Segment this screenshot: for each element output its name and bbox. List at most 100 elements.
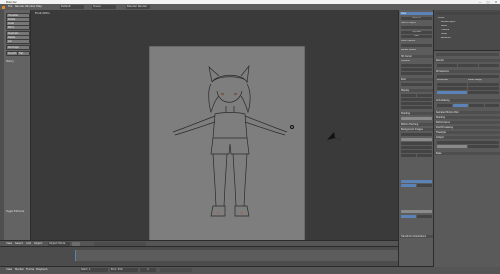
lens-field[interactable]: Lens: 35	[401, 17, 432, 21]
3d-viewport[interactable]: Front Ortho	[31, 10, 398, 246]
render-panel[interactable]: Render	[435, 59, 500, 63]
outliner-item-camera[interactable]: Camera	[441, 29, 498, 32]
item-panel[interactable]: Item	[400, 78, 433, 82]
operator-panel-title: Toggle Editmode	[6, 210, 25, 213]
menu-file[interactable]: File	[8, 5, 12, 9]
freestyle-panel[interactable]: Freestyle	[435, 131, 500, 135]
timeline-menu-playback[interactable]: Playback	[36, 268, 48, 272]
scene-selector[interactable]: Scene	[92, 5, 116, 9]
performance-panel[interactable]: Performance	[435, 121, 500, 125]
x-offset-field[interactable]	[401, 154, 416, 158]
transform-orientations-panel[interactable]: Transform Orientations	[400, 235, 433, 239]
opacity-field[interactable]	[401, 146, 432, 150]
join-button[interactable]: Join	[6, 39, 30, 45]
front-view-button[interactable]	[401, 180, 432, 184]
animation-button[interactable]	[458, 64, 478, 68]
shading-panel[interactable]: Shading	[400, 112, 433, 116]
frame-step-field[interactable]	[468, 91, 499, 95]
aa-11-button[interactable]	[469, 104, 484, 108]
grid-floor-field[interactable]	[401, 98, 432, 102]
current-frame-line[interactable]	[75, 250, 76, 261]
outliner-item-renderlayers[interactable]: RenderLayers	[441, 21, 498, 24]
add-image-button[interactable]	[401, 133, 432, 137]
render-border-checkbox[interactable]: Render Border	[401, 49, 432, 52]
display-toggle-2[interactable]	[417, 94, 432, 98]
menu-window[interactable]: Window	[25, 5, 35, 9]
back-toggle[interactable]	[417, 184, 432, 188]
image-source-field[interactable]	[401, 142, 432, 146]
size-field[interactable]	[401, 150, 432, 154]
display-panel[interactable]: Display	[400, 89, 433, 93]
shading-prop-panel[interactable]: Shading	[435, 116, 500, 120]
timeline-menu-marker[interactable]: Marker	[15, 268, 24, 272]
properties-tabs[interactable]	[436, 53, 499, 57]
start-frame-prop-field[interactable]	[468, 83, 499, 87]
y-offset-field[interactable]	[417, 154, 432, 158]
color-mode-field[interactable]	[468, 145, 499, 149]
grid-scale-field[interactable]	[401, 106, 432, 110]
display-toggle-1[interactable]	[401, 94, 416, 98]
end-frame-prop-field[interactable]	[468, 87, 499, 91]
resolution-y-field[interactable]	[437, 87, 467, 91]
camera-field[interactable]	[401, 44, 432, 48]
timeline-menu-view[interactable]: View	[6, 268, 12, 272]
image-toggle-a[interactable]	[401, 215, 416, 219]
playback-controls[interactable]	[160, 268, 192, 272]
lamp-object[interactable]	[325, 130, 343, 142]
resolution-percent-field[interactable]	[437, 91, 467, 95]
start-frame-field[interactable]: Start: 1	[80, 268, 108, 272]
grid-lines-field[interactable]	[401, 102, 432, 106]
audio-button[interactable]	[479, 64, 499, 68]
background-images-panel[interactable]: Background Images	[400, 128, 433, 132]
resolution-x-field[interactable]	[437, 83, 467, 87]
viewport-label: Front Ortho	[35, 12, 50, 15]
object-name-field[interactable]	[401, 83, 432, 87]
mirror-button[interactable]: Mirror	[6, 25, 30, 31]
lock-object-field[interactable]	[401, 26, 432, 30]
menu-render[interactable]: Render	[15, 5, 24, 9]
file-format-field[interactable]	[437, 145, 467, 149]
outliner-search[interactable]	[436, 12, 499, 16]
render-button[interactable]	[437, 64, 457, 68]
front-toggle[interactable]	[401, 184, 416, 188]
aa-5-button[interactable]	[437, 104, 452, 108]
cursor-y-field[interactable]	[401, 68, 432, 72]
background-image-entry[interactable]	[401, 138, 432, 142]
outliner-item-world[interactable]: World	[441, 25, 498, 28]
blender-icon[interactable]	[2, 5, 5, 9]
anti-aliasing-panel[interactable]: Anti-Aliasing	[435, 99, 500, 103]
set-origin-button[interactable]: Set Origin	[6, 45, 30, 51]
image-toggle-b[interactable]	[417, 215, 432, 219]
3d-cursor-panel[interactable]: 3D Cursor	[400, 55, 433, 59]
3d-cursor[interactable]	[290, 125, 294, 129]
render-presets-field[interactable]	[437, 75, 499, 79]
timeline-ruler[interactable]	[75, 250, 430, 261]
dimensions-panel[interactable]: Dimensions	[435, 70, 500, 74]
current-frame-field[interactable]: 1	[140, 268, 156, 272]
output-path-field[interactable]	[437, 141, 499, 145]
cursor-x-field[interactable]	[401, 64, 432, 68]
motion-blur-panel[interactable]: Sampled Motion Blur	[435, 111, 500, 115]
timeline-menu-frame[interactable]: Frame	[26, 268, 34, 272]
outliner-item-scene[interactable]: Scene	[438, 17, 498, 20]
render-engine-select[interactable]: Blender Render	[126, 5, 150, 9]
shading-mode-field[interactable]	[401, 117, 432, 121]
layout-selector[interactable]: Default	[60, 5, 84, 9]
flat-button[interactable]: Flat	[17, 51, 30, 57]
aa-8-button[interactable]	[453, 104, 468, 108]
motion-tracking-panel[interactable]: Motion Tracking	[400, 123, 433, 127]
output-panel[interactable]: Output	[435, 136, 500, 140]
cursor-z-field[interactable]	[401, 72, 432, 76]
view-panel-header[interactable]: View	[400, 12, 433, 16]
clip-start-field[interactable]: Clip Start	[401, 31, 432, 35]
clip-end-field[interactable]: End	[401, 35, 432, 39]
post-processing-panel[interactable]: Post Processing	[435, 126, 500, 130]
history-section[interactable]: History	[6, 60, 14, 63]
image-file-field[interactable]	[401, 210, 432, 214]
aa-16-button[interactable]	[485, 104, 499, 108]
menu-help[interactable]: Help	[36, 5, 42, 9]
outliner-item-armature[interactable]: Armature	[441, 37, 498, 40]
outliner-item-lamp[interactable]: Lamp	[441, 33, 498, 36]
bake-panel[interactable]: Bake	[435, 152, 500, 156]
end-frame-field[interactable]: End: 250	[110, 268, 138, 272]
